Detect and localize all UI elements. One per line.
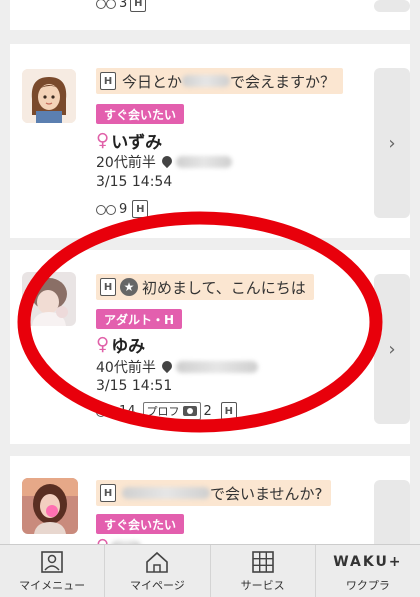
user-name: ♀ [96, 536, 142, 544]
location-pin-icon [162, 156, 172, 168]
camera-icon [182, 406, 197, 416]
card-stats: 14 プロフ 2 H [96, 402, 237, 420]
star-icon: ★ [120, 278, 138, 296]
open-card-button[interactable]: › [374, 68, 410, 218]
avatar[interactable] [22, 478, 78, 534]
prof-label: プロフ [146, 405, 180, 418]
nav-my-menu[interactable]: マイメニュー [0, 545, 106, 597]
location-pin-icon [162, 361, 172, 373]
message-subject: H で会いませんか? [96, 480, 331, 506]
h-icon: H [220, 402, 237, 420]
subject-text: 今日とか [122, 72, 183, 91]
card-stats: 3 H [96, 0, 147, 12]
user-name: ♀ いずみ [96, 128, 162, 153]
redacted-text [182, 75, 231, 87]
user-name: ♀ ゆみ [96, 332, 145, 357]
message-card[interactable]: H 今日とか で会えますか？ すぐ会いたい ♀ いずみ 20代前半 3/15 1… [10, 44, 410, 238]
message-card[interactable]: 3 H [10, 0, 410, 30]
nav-label: マイページ [129, 579, 185, 592]
open-card-button[interactable]: › [374, 274, 410, 424]
user-name-text: いずみ [111, 133, 163, 153]
photo-count: 2 [203, 403, 212, 419]
profile-photo-badge: プロフ [142, 402, 201, 420]
message-card[interactable]: H で会いませんか? すぐ会いたい ♀ [10, 456, 410, 544]
subject-text: 初めまして、こんにちは [142, 278, 306, 297]
message-card[interactable]: H ★ 初めまして、こんにちは アダルト・H ♀ ゆみ 40代前半 3/15 1… [10, 250, 410, 444]
avatar[interactable] [22, 272, 76, 326]
h-icon: H [132, 200, 149, 218]
waku-logo: WAKU+ [333, 554, 403, 570]
home-icon [145, 549, 169, 575]
subject-text: で会いませんか? [210, 484, 323, 503]
nav-my-page[interactable]: マイページ [105, 545, 211, 597]
h-icon: H [100, 72, 116, 90]
female-icon: ♀ [96, 130, 110, 151]
footprint-count: 14 [119, 403, 136, 419]
user-age: 20代前半 [96, 155, 156, 171]
user-name-text: ゆみ [111, 337, 146, 357]
footprint-icon [96, 0, 116, 9]
person-icon [41, 549, 63, 575]
message-date: 3/15 14:51 [96, 378, 173, 394]
category-tag: すぐ会いたい [96, 104, 185, 124]
nav-services[interactable]: サービス [211, 545, 316, 597]
user-info: 20代前半 [96, 152, 232, 172]
user-age: 40代前半 [96, 360, 156, 376]
redacted-location [175, 361, 258, 373]
message-subject: H 今日とか で会えますか？ [96, 68, 344, 94]
nav-wakupla[interactable]: WAKU+ ワクプラ [316, 545, 420, 597]
footprint-icon [96, 405, 116, 417]
female-icon: ♀ [96, 334, 110, 355]
user-info: 40代前半 [96, 357, 258, 377]
h-icon: H [130, 0, 147, 12]
bottom-nav: マイメニュー マイページ サービス WAKU+ ワクプラ [0, 544, 420, 597]
nav-label: ワクプラ [345, 579, 390, 592]
category-tag: アダルト・H [96, 309, 183, 329]
female-icon: ♀ [96, 536, 109, 544]
redacted-text [122, 487, 210, 499]
category-tag: すぐ会いたい [96, 514, 185, 534]
h-icon: H [100, 278, 116, 296]
avatar[interactable] [22, 69, 76, 123]
open-card-button[interactable] [374, 480, 410, 544]
nav-label: サービス [240, 579, 285, 592]
card-stats: 9 H [96, 200, 149, 218]
footprint-count: 3 [119, 0, 128, 11]
grid-icon [251, 549, 274, 575]
redacted-location [175, 156, 232, 168]
message-feed: 3 H H 今日とか で会えますか？ すぐ会いたい ♀ いずみ 20代前半 3/… [10, 0, 410, 544]
footprint-count: 9 [119, 201, 128, 217]
subject-text: で会えますか？ [230, 72, 336, 91]
message-date: 3/15 14:54 [96, 174, 173, 190]
footprint-icon [96, 203, 116, 215]
open-card-button[interactable] [374, 0, 410, 12]
nav-label: マイメニュー [19, 579, 86, 592]
h-icon: H [100, 484, 116, 502]
message-subject: H ★ 初めまして、こんにちは [96, 274, 314, 300]
